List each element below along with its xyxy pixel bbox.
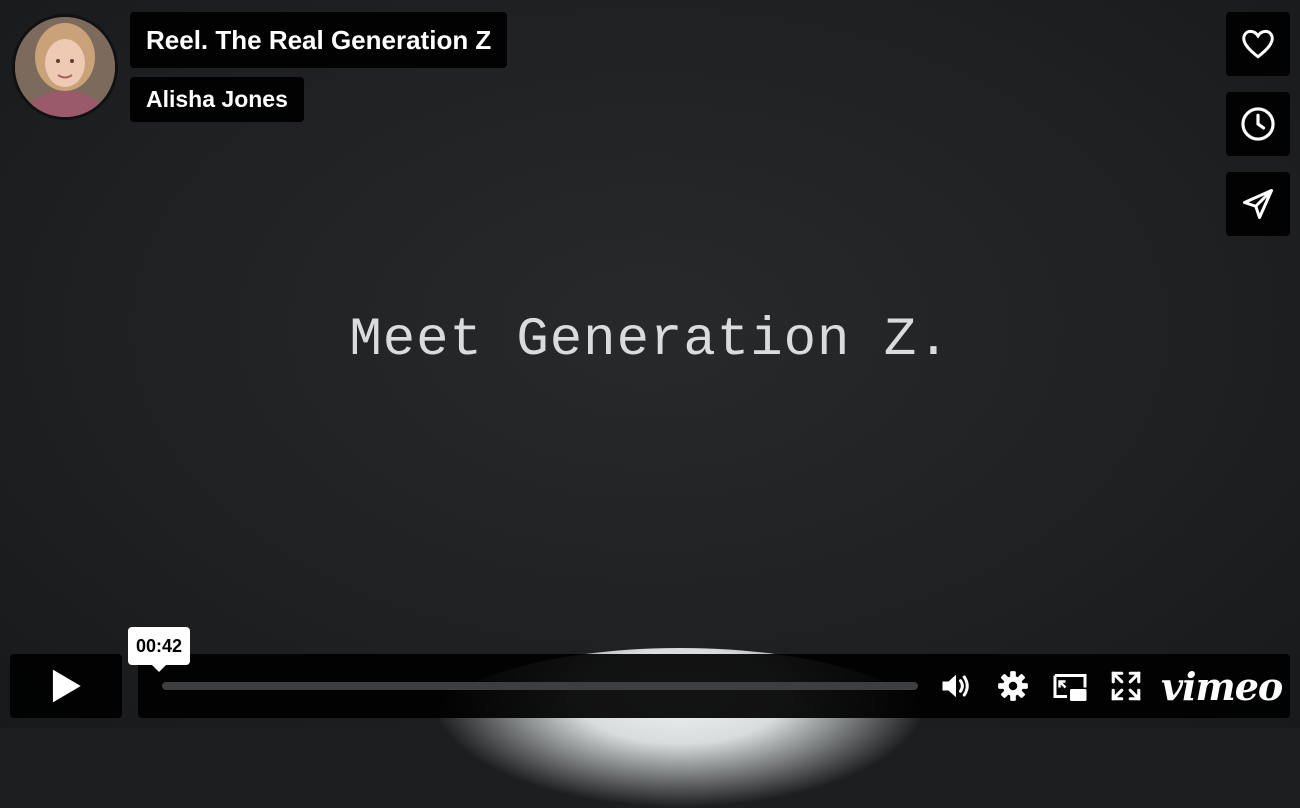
author-name-text: Alisha Jones [146, 86, 288, 112]
fullscreen-icon [1111, 671, 1141, 701]
paper-plane-icon [1243, 189, 1273, 219]
author-name[interactable]: Alisha Jones [130, 77, 304, 122]
time-tooltip-text: 00:42 [136, 635, 183, 656]
settings-button[interactable] [995, 668, 1031, 704]
volume-button[interactable] [938, 668, 974, 704]
time-tooltip: 00:42 [128, 627, 191, 672]
progress-bar[interactable] [162, 682, 918, 690]
like-button[interactable] [1226, 12, 1290, 76]
gear-icon [998, 671, 1028, 701]
clock-icon [1241, 107, 1275, 141]
play-button[interactable] [10, 654, 122, 718]
author-avatar[interactable] [12, 14, 118, 120]
watch-later-button[interactable] [1226, 92, 1290, 156]
heart-icon [1242, 29, 1274, 59]
pip-button[interactable] [1052, 668, 1088, 704]
video-frame-text: Meet Generation Z. [349, 310, 951, 371]
volume-icon [942, 674, 969, 698]
fullscreen-button[interactable] [1108, 668, 1144, 704]
share-button[interactable] [1226, 172, 1290, 236]
video-title-text: Reel. The Real Generation Z [146, 24, 492, 55]
picture-in-picture-icon [1053, 674, 1087, 701]
play-icon [52, 669, 81, 703]
vimeo-logo[interactable]: vimeo [1161, 664, 1283, 709]
video-title[interactable]: Reel. The Real Generation Z [130, 12, 508, 68]
control-bar: vimeo [138, 654, 1290, 718]
